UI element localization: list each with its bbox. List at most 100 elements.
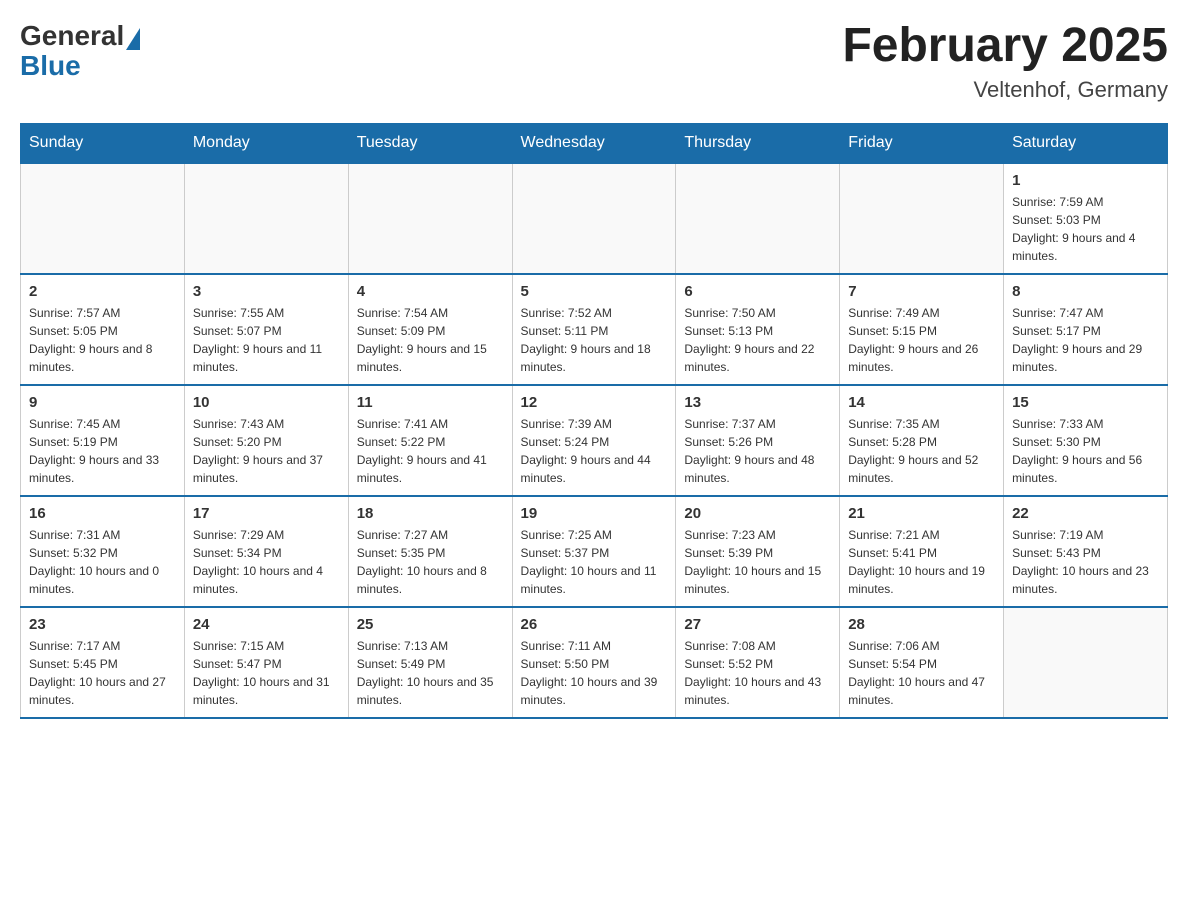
calendar-day-cell: 24 Sunrise: 7:15 AM Sunset: 5:47 PM Dayli… — [184, 607, 348, 718]
day-info: Sunrise: 7:27 AM Sunset: 5:35 PM Dayligh… — [357, 526, 504, 598]
day-number: 20 — [684, 505, 831, 522]
day-number: 3 — [193, 283, 340, 300]
day-info: Sunrise: 7:08 AM Sunset: 5:52 PM Dayligh… — [684, 637, 831, 709]
day-number: 1 — [1012, 172, 1159, 189]
calendar-day-cell: 23 Sunrise: 7:17 AM Sunset: 5:45 PM Dayli… — [21, 607, 185, 718]
calendar-day-cell: 3 Sunrise: 7:55 AM Sunset: 5:07 PM Daylig… — [184, 274, 348, 385]
calendar-day-cell: 16Sunrise: 7:31 AM Sunset: 5:32 PM Dayli… — [21, 496, 185, 607]
day-info: Sunrise: 7:33 AM Sunset: 5:30 PM Dayligh… — [1012, 415, 1159, 487]
day-number: 26 — [521, 616, 668, 633]
calendar-week-row: 2 Sunrise: 7:57 AM Sunset: 5:05 PM Daylig… — [21, 274, 1168, 385]
calendar-day-cell — [840, 163, 1004, 274]
day-info: Sunrise: 7:54 AM Sunset: 5:09 PM Dayligh… — [357, 304, 504, 376]
day-number: 7 — [848, 283, 995, 300]
calendar-week-row: 1 Sunrise: 7:59 AM Sunset: 5:03 PM Daylig… — [21, 163, 1168, 274]
day-number: 22 — [1012, 505, 1159, 522]
logo-blue-text: Blue — [20, 50, 81, 82]
day-number: 6 — [684, 283, 831, 300]
day-info: Sunrise: 7:47 AM Sunset: 5:17 PM Dayligh… — [1012, 304, 1159, 376]
weekday-header: Sunday — [21, 123, 185, 163]
day-info: Sunrise: 7:11 AM Sunset: 5:50 PM Dayligh… — [521, 637, 668, 709]
day-info: Sunrise: 7:43 AM Sunset: 5:20 PM Dayligh… — [193, 415, 340, 487]
month-title: February 2025 — [842, 20, 1168, 73]
calendar-day-cell: 8 Sunrise: 7:47 AM Sunset: 5:17 PM Daylig… — [1004, 274, 1168, 385]
day-info: Sunrise: 7:15 AM Sunset: 5:47 PM Dayligh… — [193, 637, 340, 709]
calendar-week-row: 23 Sunrise: 7:17 AM Sunset: 5:45 PM Dayli… — [21, 607, 1168, 718]
title-area: February 2025 Veltenhof, Germany — [842, 20, 1168, 103]
weekday-header: Wednesday — [512, 123, 676, 163]
day-number: 2 — [29, 283, 176, 300]
calendar-table: SundayMondayTuesdayWednesdayThursdayFrid… — [20, 123, 1168, 719]
calendar-day-cell: 13 Sunrise: 7:37 AM Sunset: 5:26 PM Dayli… — [676, 385, 840, 496]
calendar-day-cell: 20 Sunrise: 7:23 AM Sunset: 5:39 PM Dayli… — [676, 496, 840, 607]
day-number: 19 — [521, 505, 668, 522]
day-number: 17 — [193, 505, 340, 522]
calendar-day-cell: 28 Sunrise: 7:06 AM Sunset: 5:54 PM Dayli… — [840, 607, 1004, 718]
weekday-header: Friday — [840, 123, 1004, 163]
calendar-day-cell: 27Sunrise: 7:08 AM Sunset: 5:52 PM Dayli… — [676, 607, 840, 718]
day-number: 13 — [684, 394, 831, 411]
logo: General Blue — [20, 20, 140, 82]
weekday-header: Tuesday — [348, 123, 512, 163]
day-info: Sunrise: 7:57 AM Sunset: 5:05 PM Dayligh… — [29, 304, 176, 376]
calendar-day-cell — [348, 163, 512, 274]
day-info: Sunrise: 7:17 AM Sunset: 5:45 PM Dayligh… — [29, 637, 176, 709]
day-number: 23 — [29, 616, 176, 633]
calendar-day-cell: 7 Sunrise: 7:49 AM Sunset: 5:15 PM Daylig… — [840, 274, 1004, 385]
day-number: 14 — [848, 394, 995, 411]
day-info: Sunrise: 7:23 AM Sunset: 5:39 PM Dayligh… — [684, 526, 831, 598]
calendar-day-cell: 1 Sunrise: 7:59 AM Sunset: 5:03 PM Daylig… — [1004, 163, 1168, 274]
day-number: 4 — [357, 283, 504, 300]
day-number: 25 — [357, 616, 504, 633]
day-number: 5 — [521, 283, 668, 300]
location-title: Veltenhof, Germany — [842, 77, 1168, 103]
calendar-day-cell: 10 Sunrise: 7:43 AM Sunset: 5:20 PM Dayli… — [184, 385, 348, 496]
calendar-day-cell: 6 Sunrise: 7:50 AM Sunset: 5:13 PM Daylig… — [676, 274, 840, 385]
calendar-day-cell — [21, 163, 185, 274]
weekday-header: Monday — [184, 123, 348, 163]
calendar-week-row: 9Sunrise: 7:45 AM Sunset: 5:19 PM Daylig… — [21, 385, 1168, 496]
day-info: Sunrise: 7:59 AM Sunset: 5:03 PM Dayligh… — [1012, 193, 1159, 265]
day-info: Sunrise: 7:19 AM Sunset: 5:43 PM Dayligh… — [1012, 526, 1159, 598]
day-info: Sunrise: 7:52 AM Sunset: 5:11 PM Dayligh… — [521, 304, 668, 376]
day-number: 15 — [1012, 394, 1159, 411]
calendar-day-cell: 14 Sunrise: 7:35 AM Sunset: 5:28 PM Dayli… — [840, 385, 1004, 496]
calendar-day-cell: 11 Sunrise: 7:41 AM Sunset: 5:22 PM Dayli… — [348, 385, 512, 496]
day-info: Sunrise: 7:21 AM Sunset: 5:41 PM Dayligh… — [848, 526, 995, 598]
calendar-day-cell: 22 Sunrise: 7:19 AM Sunset: 5:43 PM Dayli… — [1004, 496, 1168, 607]
day-info: Sunrise: 7:49 AM Sunset: 5:15 PM Dayligh… — [848, 304, 995, 376]
day-number: 24 — [193, 616, 340, 633]
day-info: Sunrise: 7:55 AM Sunset: 5:07 PM Dayligh… — [193, 304, 340, 376]
calendar-day-cell: 18Sunrise: 7:27 AM Sunset: 5:35 PM Dayli… — [348, 496, 512, 607]
day-info: Sunrise: 7:06 AM Sunset: 5:54 PM Dayligh… — [848, 637, 995, 709]
calendar-day-cell: 12 Sunrise: 7:39 AM Sunset: 5:24 PM Dayli… — [512, 385, 676, 496]
calendar-day-cell: 19Sunrise: 7:25 AM Sunset: 5:37 PM Dayli… — [512, 496, 676, 607]
day-info: Sunrise: 7:31 AM Sunset: 5:32 PM Dayligh… — [29, 526, 176, 598]
calendar-header-row: SundayMondayTuesdayWednesdayThursdayFrid… — [21, 123, 1168, 163]
calendar-day-cell: 26 Sunrise: 7:11 AM Sunset: 5:50 PM Dayli… — [512, 607, 676, 718]
day-info: Sunrise: 7:39 AM Sunset: 5:24 PM Dayligh… — [521, 415, 668, 487]
calendar-day-cell: 2 Sunrise: 7:57 AM Sunset: 5:05 PM Daylig… — [21, 274, 185, 385]
calendar-day-cell — [184, 163, 348, 274]
calendar-day-cell — [676, 163, 840, 274]
calendar-day-cell: 5 Sunrise: 7:52 AM Sunset: 5:11 PM Daylig… — [512, 274, 676, 385]
page-header: General Blue February 2025 Veltenhof, Ge… — [20, 20, 1168, 103]
day-info: Sunrise: 7:13 AM Sunset: 5:49 PM Dayligh… — [357, 637, 504, 709]
day-info: Sunrise: 7:50 AM Sunset: 5:13 PM Dayligh… — [684, 304, 831, 376]
calendar-day-cell: 4 Sunrise: 7:54 AM Sunset: 5:09 PM Daylig… — [348, 274, 512, 385]
day-number: 11 — [357, 394, 504, 411]
weekday-header: Saturday — [1004, 123, 1168, 163]
weekday-header: Thursday — [676, 123, 840, 163]
calendar-day-cell: 9Sunrise: 7:45 AM Sunset: 5:19 PM Daylig… — [21, 385, 185, 496]
calendar-day-cell: 15 Sunrise: 7:33 AM Sunset: 5:30 PM Dayli… — [1004, 385, 1168, 496]
calendar-week-row: 16Sunrise: 7:31 AM Sunset: 5:32 PM Dayli… — [21, 496, 1168, 607]
day-number: 28 — [848, 616, 995, 633]
day-number: 8 — [1012, 283, 1159, 300]
day-info: Sunrise: 7:37 AM Sunset: 5:26 PM Dayligh… — [684, 415, 831, 487]
day-number: 10 — [193, 394, 340, 411]
day-info: Sunrise: 7:35 AM Sunset: 5:28 PM Dayligh… — [848, 415, 995, 487]
day-info: Sunrise: 7:41 AM Sunset: 5:22 PM Dayligh… — [357, 415, 504, 487]
day-number: 12 — [521, 394, 668, 411]
calendar-day-cell: 25 Sunrise: 7:13 AM Sunset: 5:49 PM Dayli… — [348, 607, 512, 718]
logo-general-text: General — [20, 20, 124, 52]
